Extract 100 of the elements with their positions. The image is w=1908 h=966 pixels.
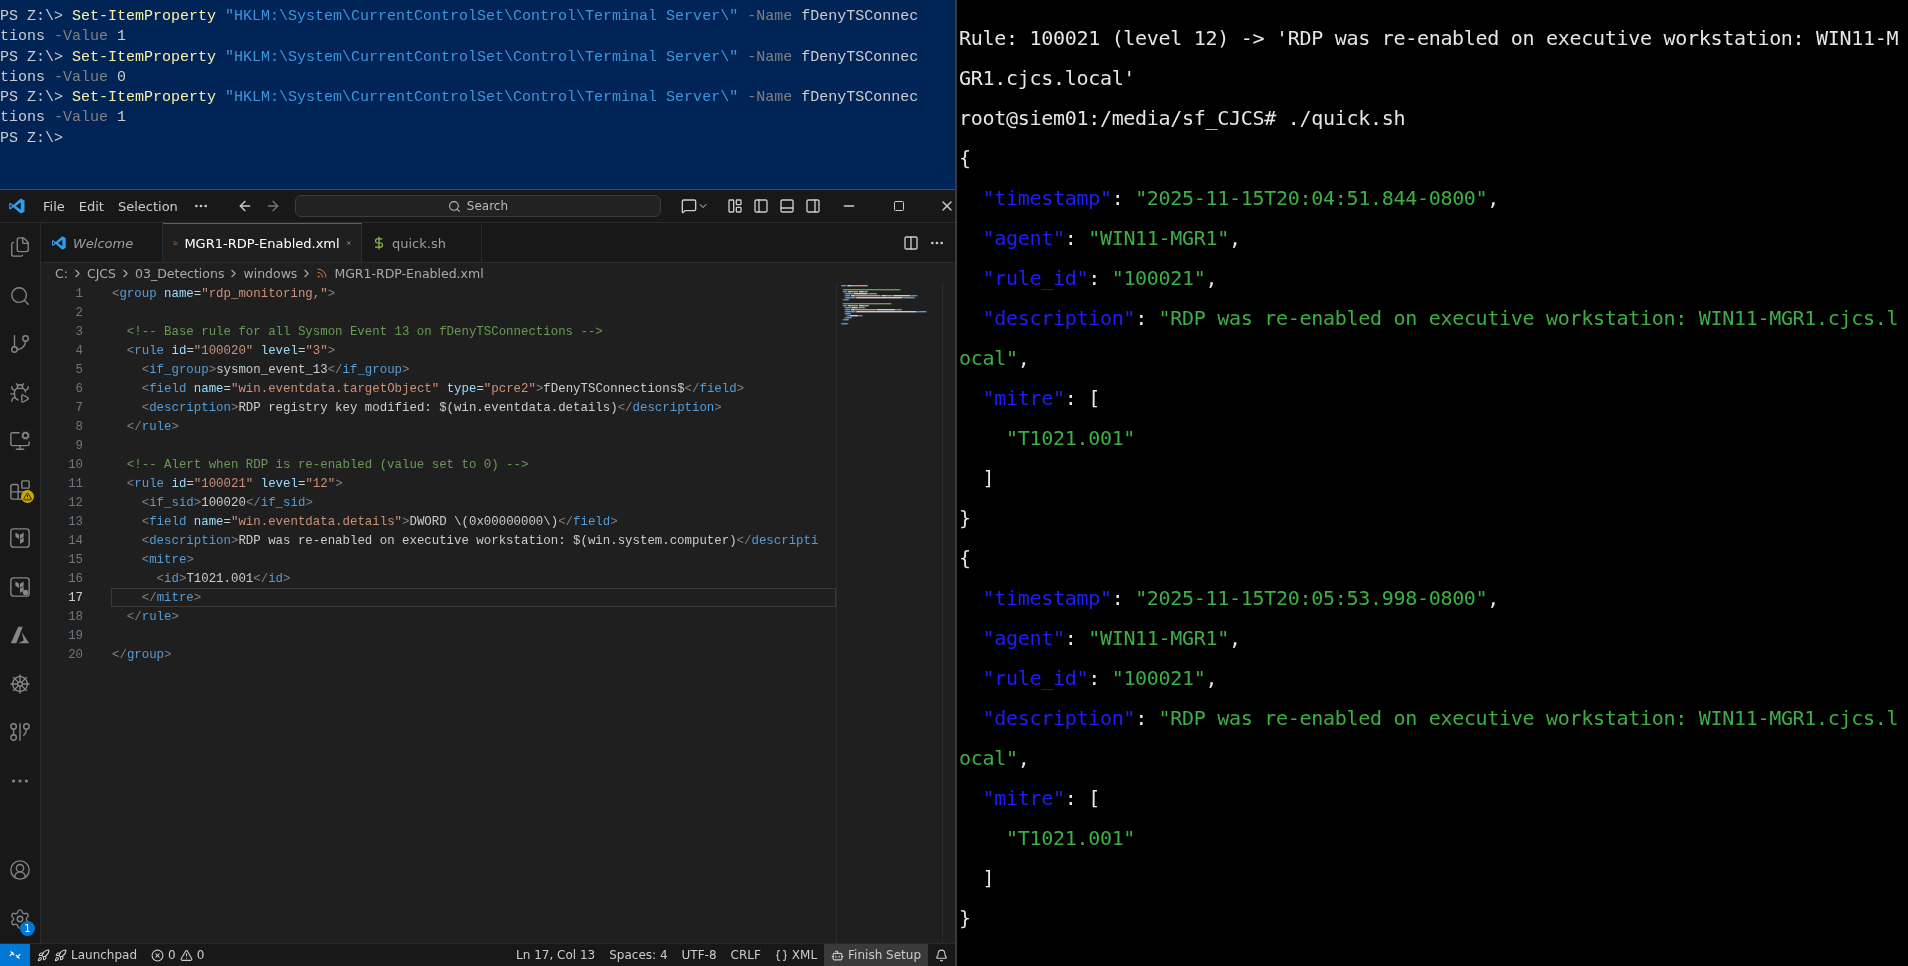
line-number: 16: [67, 571, 83, 586]
line-number: 3: [74, 324, 83, 339]
blocks-logo-icon[interactable]: [9, 527, 31, 550]
line-number: 17: [67, 590, 83, 605]
code-line: <mitre>: [140, 552, 195, 569]
chat-icon[interactable]: [681, 198, 697, 214]
branch-icon[interactable]: [9, 333, 31, 356]
editor-tab[interactable]: MGR1-RDP-Enabled.xml: [163, 223, 362, 262]
code-line: <field name="win.eventdata.details">DWORD \(0x00000000\)</field>: [140, 514, 619, 531]
terminal-line: "agent": "WIN11-MGR1",: [981, 225, 1241, 252]
warning-badge: [21, 489, 34, 503]
menu-item[interactable]: Edit: [71, 198, 111, 214]
remote-button[interactable]: [0, 944, 30, 966]
git-graph-icon[interactable]: [9, 721, 31, 744]
search-icon[interactable]: [9, 284, 31, 307]
code-line: <!-- Alert when RDP is re-enabled (value set to 0) -->: [125, 457, 530, 474]
status-item[interactable]: Spaces: 4: [602, 944, 675, 966]
code-line: <!-- Base rule for all Sysmon Event 13 on fDenyTSConnections -->: [125, 324, 604, 341]
terminal-line: PS Z:\> Set-ItemProperty "HKLM:\System\CurrentControlSet\Control\Terminal Server\" -Name fDenyTSConnec: [0, 88, 919, 109]
account-icon[interactable]: [9, 859, 31, 882]
finish-setup-button[interactable]: Finish Setup: [824, 944, 928, 966]
line-number: 11: [67, 476, 83, 491]
status-item[interactable]: Ln 17, Col 13: [509, 944, 603, 966]
monitor-icon[interactable]: [9, 430, 31, 453]
status-item[interactable]: UTF-8: [674, 944, 724, 966]
rocket-icon: [54, 948, 67, 962]
settings-icon[interactable]: [9, 907, 31, 930]
terminal-line: }: [959, 905, 971, 932]
error-icon: [151, 948, 165, 962]
rss-icon: [316, 267, 329, 279]
terminal-line: "T1021.001": [1004, 825, 1136, 852]
blocks-logo-icon[interactable]: [9, 575, 31, 598]
breadcrumb-item[interactable]: C:: [55, 265, 68, 281]
code-line: <rule id="100021" level="12">: [125, 476, 344, 493]
line-number: 19: [67, 628, 83, 643]
extensions-icon[interactable]: [9, 478, 31, 501]
code-line: </rule>: [125, 609, 180, 626]
line-number: 2: [74, 305, 83, 320]
code-line: <id>T1021.001</id>: [155, 571, 292, 588]
breadcrumb-item[interactable]: CJCS: [86, 265, 117, 281]
wheel-icon[interactable]: [9, 672, 31, 695]
code-line: <rule id="100020" level="3">: [125, 343, 337, 360]
terminal-line: PS Z:\> Set-ItemProperty "HKLM:\System\CurrentControlSet\Control\Terminal Server\" -Name fDenyTSConnec: [0, 7, 919, 27]
app-logo: [51, 235, 67, 251]
sidebar-toggle-icon[interactable]: [753, 198, 769, 214]
line-number: 1: [74, 286, 83, 301]
dollar-icon: [372, 236, 386, 250]
rocket-icon: [37, 948, 50, 962]
terminal-line: "agent": "WIN11-MGR1",: [981, 625, 1241, 652]
menu-item[interactable]: File: [36, 198, 72, 214]
line-number: 4: [74, 343, 83, 358]
code-line: <group name="rdp_monitoring,">: [111, 286, 337, 303]
language-button[interactable]: XML: [767, 944, 825, 966]
terminal-line: Rule: 100021 (level 12) -> 'RDP was re-enabled on executive workstation: WIN11-M: [959, 25, 1899, 52]
app-logo: [8, 197, 26, 215]
braces-icon: [774, 948, 788, 962]
line-number: 8: [74, 419, 83, 434]
split-editor-icon[interactable]: [903, 234, 919, 251]
breadcrumb-item[interactable]: MGR1-RDP-Enabled.xml: [334, 265, 484, 281]
terminal-line: "description": "RDP was re-enabled on executive workstation: WIN11-MGR1.cjcs.l: [981, 305, 1899, 332]
terminal-line: "mitre": [: [981, 785, 1100, 812]
line-number: 7: [74, 400, 83, 415]
files-icon[interactable]: [9, 236, 31, 259]
launchpad-button[interactable]: Launchpad: [30, 944, 145, 966]
terminal-line: GR1.cjcs.local': [959, 65, 1136, 92]
bell-icon: [935, 948, 948, 962]
line-number: 14: [67, 533, 83, 548]
line-number: 5: [74, 362, 83, 377]
breadcrumb-item[interactable]: windows: [243, 265, 298, 281]
code-line: <description>RDP registry key modified: $(win.eventdata.details)</description>: [140, 400, 723, 417]
play-bug-icon[interactable]: [9, 381, 31, 404]
terminal-line: {: [959, 145, 971, 172]
terminal-line: }: [959, 505, 971, 532]
line-number: 15: [67, 552, 83, 567]
terminal-line: "mitre": [: [981, 385, 1100, 412]
terminal-line: "T1021.001": [1004, 425, 1136, 452]
search-bar[interactable]: Search: [294, 195, 661, 217]
panel-toggle-icon[interactable]: [779, 198, 795, 214]
problems-button[interactable]: 0 0: [144, 944, 212, 966]
terminal-line: ]: [981, 465, 995, 492]
terminal-line: PS Z:\>: [0, 128, 63, 149]
line-number: 9: [74, 438, 83, 453]
terminal-line: ]: [981, 865, 995, 892]
line-number: 18: [67, 609, 83, 624]
terminal-line: tions -Value 1: [0, 27, 127, 48]
line-number: 13: [67, 514, 83, 529]
terminal-line: {: [959, 545, 971, 572]
terminal-line: ocal",: [959, 745, 1030, 772]
status-item[interactable]: CRLF: [723, 944, 768, 966]
code-line: </group>: [111, 647, 173, 664]
terminal-line: "rule_id": "100021",: [981, 265, 1218, 292]
terminal-line: "timestamp": "2025-11-15T20:04:51.844-0800",: [981, 185, 1500, 212]
code-line: </rule>: [125, 419, 180, 436]
layout-icon[interactable]: [727, 198, 743, 214]
terminal-line: PS Z:\> Set-ItemProperty "HKLM:\System\CurrentControlSet\Control\Terminal Server\" -Name fDenyTSConnec: [0, 47, 919, 68]
remote-icon: [8, 948, 22, 962]
menu-item[interactable]: Selection: [110, 198, 185, 214]
breadcrumb-item[interactable]: 03_Detections: [135, 265, 225, 281]
secondary-sidebar-icon[interactable]: [805, 198, 821, 214]
maximize-icon[interactable]: [893, 200, 905, 212]
